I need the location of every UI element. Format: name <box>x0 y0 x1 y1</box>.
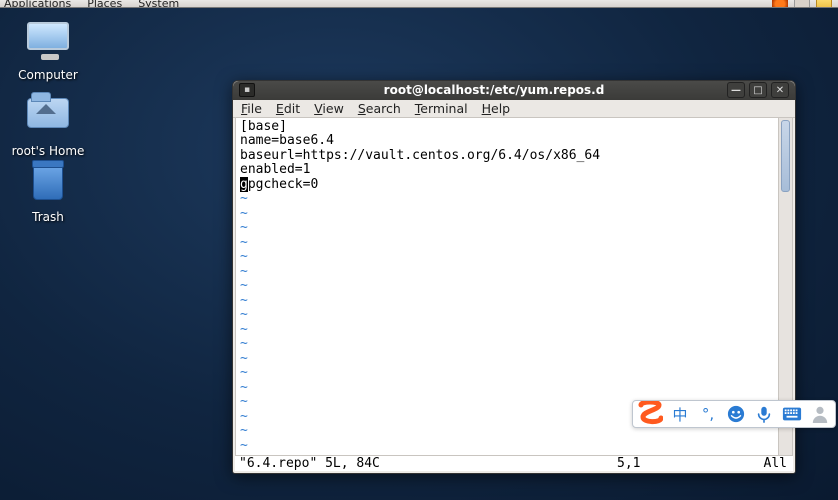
firefox-icon[interactable] <box>772 0 788 8</box>
ime-toolbar[interactable]: 中 °, <box>632 400 836 428</box>
vim-tilde: ~ <box>240 423 248 438</box>
vim-tilde: ~ <box>240 307 248 322</box>
menu-file[interactable]: File <box>241 101 262 116</box>
vim-tilde: ~ <box>240 249 248 264</box>
panel-menu-places[interactable]: Places <box>87 0 122 8</box>
vim-cursor: g <box>240 177 248 192</box>
vim-tilde: ~ <box>240 380 248 395</box>
sogou-icon[interactable] <box>637 401 663 427</box>
vim-tilde: ~ <box>240 206 248 221</box>
ime-keyboard-button[interactable] <box>781 403 803 425</box>
file-line-2: name=base6.4 <box>240 133 334 148</box>
vim-tilde: ~ <box>240 409 248 424</box>
menu-view[interactable]: View <box>314 101 344 116</box>
maximize-button[interactable]: □ <box>749 82 767 98</box>
terminal-menubar: File Edit View Search Terminal Help <box>233 100 795 118</box>
vim-tilde: ~ <box>240 293 248 308</box>
ime-language-button[interactable]: 中 <box>669 403 691 425</box>
desktop-icon-label: Computer <box>8 68 88 82</box>
desktop-icon-label: root's Home <box>8 144 88 158</box>
close-button[interactable]: ✕ <box>771 82 789 98</box>
window-titlebar[interactable]: ▪ root@localhost:/etc/yum.repos.d — □ ✕ <box>233 81 795 100</box>
scrollbar-thumb[interactable] <box>781 120 790 192</box>
file-line-4: enabled=1 <box>240 162 310 177</box>
menu-search[interactable]: Search <box>358 101 401 116</box>
vim-tilde: ~ <box>240 264 248 279</box>
file-line-1: [base] <box>240 119 287 134</box>
ime-mic-button[interactable] <box>753 403 775 425</box>
trash-icon <box>24 164 72 206</box>
panel-menu-applications[interactable]: Applications <box>4 0 71 8</box>
vim-tilde: ~ <box>240 235 248 250</box>
vim-tilde: ~ <box>240 322 248 337</box>
menu-edit[interactable]: Edit <box>276 101 300 116</box>
desktop-icon-home[interactable]: root's Home <box>8 92 88 158</box>
terminal-icon: ▪ <box>239 83 255 97</box>
vim-tilde: ~ <box>240 278 248 293</box>
vim-tilde: ~ <box>240 220 248 235</box>
ime-user-button[interactable] <box>809 403 831 425</box>
ime-emoji-button[interactable] <box>725 403 747 425</box>
home-folder-icon <box>24 98 72 140</box>
panel-tray <box>772 0 838 8</box>
minimize-button[interactable]: — <box>727 82 745 98</box>
desktop-icon-label: Trash <box>8 210 88 224</box>
tray-app-icon[interactable] <box>794 0 810 8</box>
desktop-icon-trash[interactable]: Trash <box>8 162 88 224</box>
ime-punctuation-button[interactable]: °, <box>697 403 719 425</box>
tray-folder-icon[interactable] <box>816 0 832 8</box>
vim-tilde: ~ <box>240 191 248 206</box>
vim-tilde: ~ <box>240 394 248 409</box>
vim-tilde: ~ <box>240 365 248 380</box>
desktop-icon-computer[interactable]: Computer <box>8 22 88 82</box>
status-file: "6.4.repo" 5L, 84C <box>239 456 617 471</box>
file-line-3: baseurl=https://vault.centos.org/6.4/os/… <box>240 148 600 163</box>
vim-tilde: ~ <box>240 351 248 366</box>
window-title: root@localhost:/etc/yum.repos.d <box>261 83 727 97</box>
file-line-5-rest: pgcheck=0 <box>248 177 318 192</box>
status-all: All <box>737 456 787 471</box>
menu-help[interactable]: Help <box>482 101 511 116</box>
status-position: 5,1 <box>617 456 737 471</box>
panel-menu-system[interactable]: System <box>138 0 179 8</box>
vim-tilde: ~ <box>240 438 248 453</box>
vim-statusbar: "6.4.repo" 5L, 84C 5,1 All <box>235 456 793 471</box>
menu-terminal[interactable]: Terminal <box>415 101 468 116</box>
vim-tilde: ~ <box>240 336 248 351</box>
computer-icon <box>24 22 72 64</box>
top-panel: Applications Places System <box>0 0 838 8</box>
